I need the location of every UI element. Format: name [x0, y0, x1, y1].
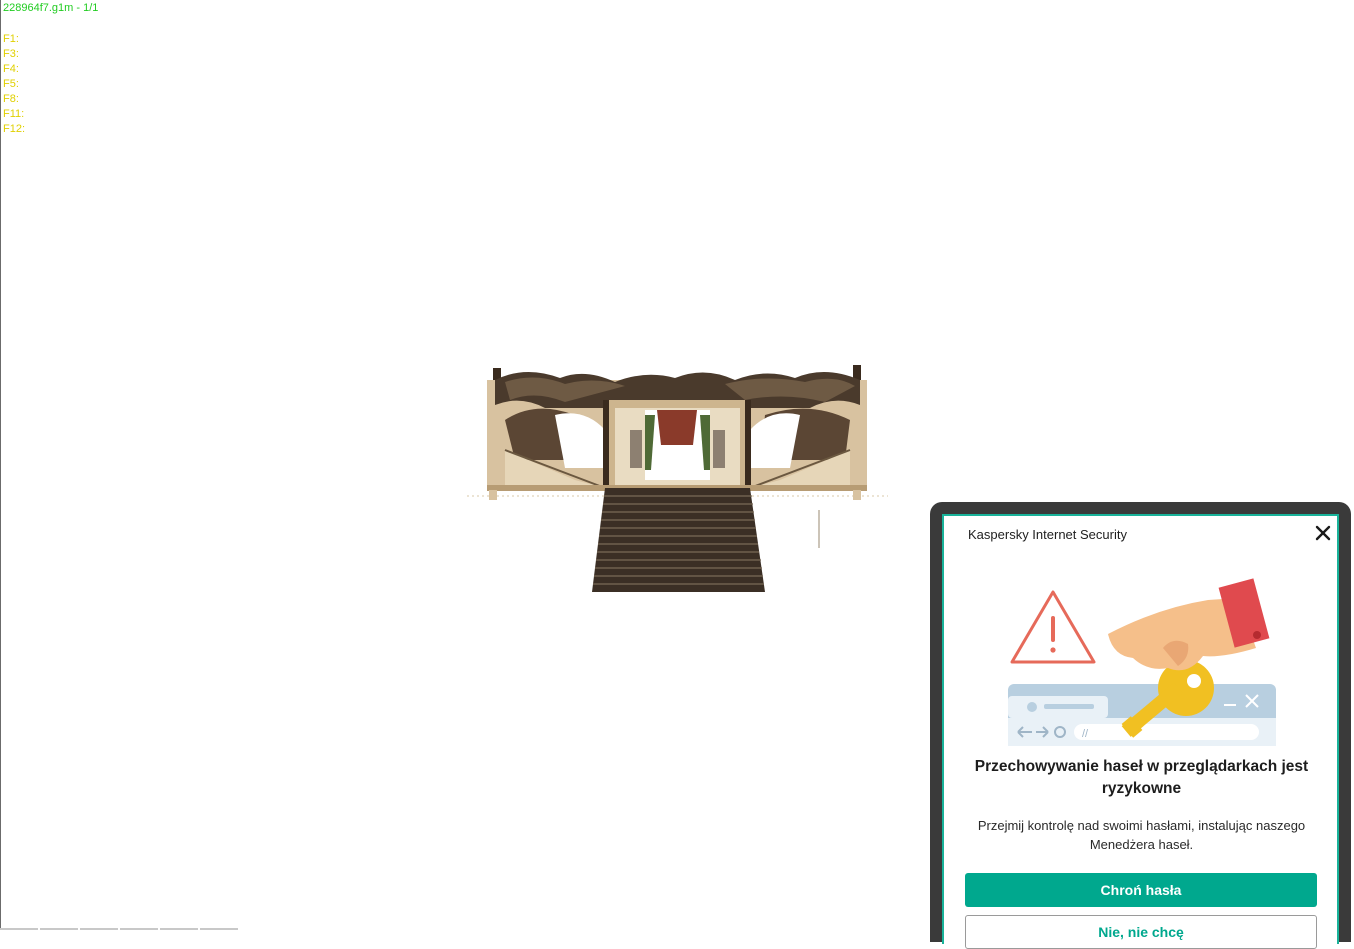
- key-label-f5: F5:: [3, 78, 19, 90]
- temple-model-render: [467, 365, 888, 592]
- key-label-f4: F4:: [3, 63, 19, 75]
- key-label-f1: F1:: [3, 33, 19, 45]
- key-label-f12: F12:: [3, 123, 26, 135]
- key-label-f3: F3:: [3, 48, 19, 60]
- key-label-f8: F8:: [3, 93, 19, 105]
- popup-heading: Przechowywanie haseł w przeglądarkach je…: [974, 758, 1309, 797]
- warning-icon: [1010, 590, 1096, 664]
- close-icon[interactable]: [1314, 524, 1332, 542]
- window-border: [0, 0, 1, 930]
- password-risk-illustration: //: [1008, 578, 1276, 746]
- model-filename-label: 228964f7.g1m - 1/1: [3, 2, 99, 14]
- kaspersky-popup: Kaspersky Internet Security // Przechowy…: [942, 514, 1339, 949]
- hand-icon: [1108, 578, 1270, 671]
- popup-app-title: Kaspersky Internet Security: [968, 527, 1127, 542]
- function-key-list: F1: F3: F4: F5: F8: F11: F12:: [3, 32, 25, 137]
- key-label-f11: F11:: [3, 108, 25, 120]
- protect-passwords-button[interactable]: Chroń hasła: [965, 873, 1317, 907]
- popup-body-text: Przejmij kontrolę nad swoimi hasłami, in…: [977, 818, 1306, 852]
- decline-button[interactable]: Nie, nie chcę: [965, 915, 1317, 949]
- svg-text://: //: [1082, 728, 1089, 740]
